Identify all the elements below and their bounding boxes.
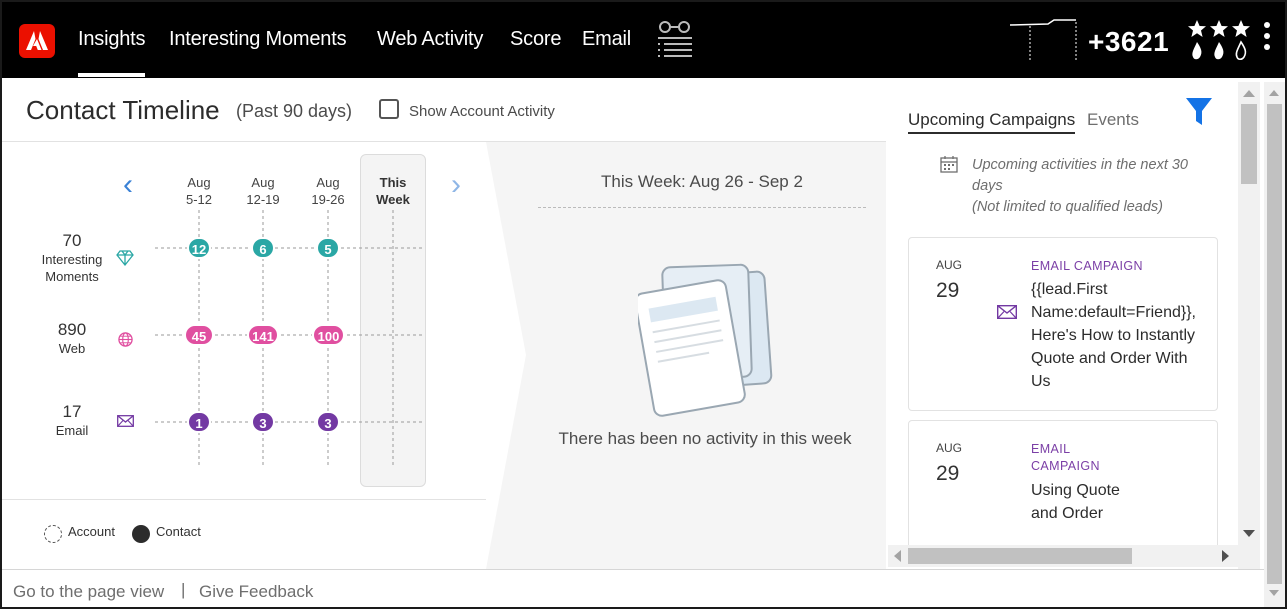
row-label-interesting-moments: 70 Interesting Moments (41, 231, 103, 284)
stars-flames-icon[interactable] (1188, 20, 1250, 62)
diamond-icon (116, 250, 134, 266)
tab-score[interactable]: Score (510, 28, 561, 51)
activity-count-bubble[interactable]: 6 (251, 237, 275, 259)
activity-count-bubble[interactable]: 12 (187, 237, 211, 259)
filter-icon[interactable] (1185, 97, 1213, 127)
more-vertical-icon[interactable] (1261, 22, 1273, 55)
page-view-link[interactable]: Go to the page view (13, 582, 164, 602)
tab-upcoming-campaigns[interactable]: Upcoming Campaigns (908, 110, 1076, 134)
prev-week-arrow[interactable]: ‹ (123, 170, 133, 200)
page-vertical-scrollbar[interactable] (1264, 82, 1285, 607)
campaign-card[interactable]: AUG 29 EMAIL CAMPAIGN {{lead.First Name:… (908, 237, 1218, 411)
activity-count-bubble[interactable]: 1 (187, 411, 211, 433)
column-header-this-week: This Week (376, 175, 410, 207)
column-header: Aug 19-26 (311, 175, 345, 207)
upcoming-note: Upcoming activities in the next 30 days … (972, 157, 1188, 215)
row-label-web: 890 Web (57, 320, 87, 356)
card-month: AUG (936, 441, 963, 455)
activity-count-bubble[interactable]: 45 (184, 324, 214, 346)
horizontal-scrollbar[interactable] (888, 545, 1238, 567)
activity-count-bubble[interactable]: 100 (312, 324, 345, 346)
lead-score: +3621 (1088, 26, 1170, 57)
legend-account: Account (68, 524, 115, 539)
contact-legend-icon (132, 525, 150, 543)
card-type: EMAIL CAMPAIGN (1031, 442, 1100, 473)
row-label-email: 17 Email (55, 402, 89, 438)
envelope-icon (997, 305, 1017, 319)
card-title[interactable]: Using Quote and Order (1031, 479, 1121, 525)
next-week-arrow[interactable]: › (451, 170, 461, 200)
account-legend-icon (44, 525, 62, 543)
column-header: Aug 5-12 (185, 175, 213, 207)
activity-count-bubble[interactable]: 5 (316, 237, 340, 259)
campaign-card[interactable]: AUG 29 EMAIL CAMPAIGN Using Quote and Or… (908, 420, 1218, 560)
card-day: 29 (936, 279, 960, 302)
activity-count-bubble[interactable]: 3 (316, 411, 340, 433)
empty-documents-icon (638, 263, 773, 417)
card-type: EMAIL CAMPAIGN (1031, 259, 1143, 273)
week-divider (538, 207, 866, 208)
envelope-icon (117, 415, 134, 427)
legend-contact: Contact (156, 524, 201, 539)
glasses-list-icon[interactable] (656, 20, 694, 60)
activity-count-bubble[interactable]: 141 (247, 324, 279, 346)
legend-divider (2, 499, 486, 500)
panel-pointer (486, 142, 526, 569)
activity-count-bubble[interactable]: 3 (251, 411, 275, 433)
card-day: 29 (936, 462, 960, 485)
column-header: Aug 12-19 (246, 175, 280, 207)
footer-divider (2, 569, 1264, 570)
empty-state-text: There has been no activity in this week (558, 429, 852, 448)
score-sparkline-icon (1009, 19, 1077, 62)
tab-email[interactable]: Email (582, 28, 631, 51)
globe-icon (118, 332, 133, 347)
card-month: AUG (936, 258, 963, 272)
give-feedback-link[interactable]: Give Feedback (199, 582, 313, 602)
app-frame: Insights Interesting Moments Web Activit… (0, 0, 1287, 609)
week-title: This Week: Aug 26 - Sep 2 (601, 172, 803, 191)
panel-vertical-scrollbar[interactable] (1238, 82, 1260, 569)
tab-events[interactable]: Events (1087, 110, 1139, 130)
card-title[interactable]: {{lead.First Name:default=Friend}}, Here… (1031, 278, 1211, 393)
calendar-icon (940, 156, 958, 173)
footer-separator: | (181, 580, 186, 599)
